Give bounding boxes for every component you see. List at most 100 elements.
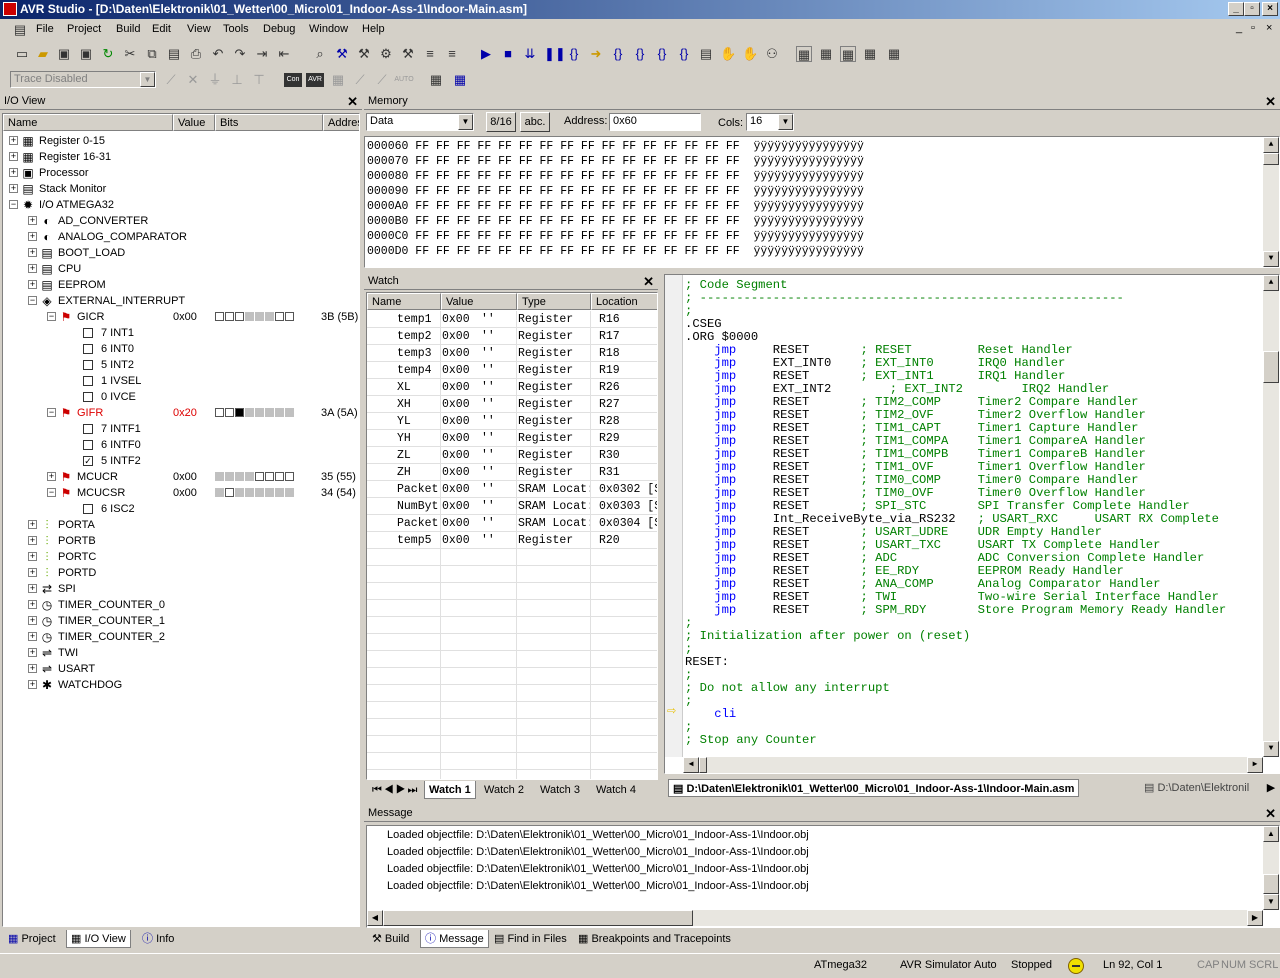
tree-row[interactable]: + ▦ Register 16-31 bbox=[3, 149, 359, 165]
cut-icon[interactable]: ✂ bbox=[122, 46, 138, 62]
expander-icon[interactable]: − bbox=[47, 488, 56, 497]
editor-hscroll-thumb[interactable] bbox=[699, 757, 707, 773]
expander-icon[interactable]: + bbox=[28, 520, 37, 529]
tree-row[interactable]: + ⫶ PORTA bbox=[3, 517, 359, 533]
menu-view[interactable]: View bbox=[187, 23, 211, 35]
watch-row[interactable]: ZL 0x00 '' Register R30 bbox=[367, 447, 657, 464]
save-all-icon[interactable]: ▣ bbox=[78, 46, 94, 62]
expander-icon[interactable]: + bbox=[28, 648, 37, 657]
paste-icon[interactable]: ▤ bbox=[166, 46, 182, 62]
message-close-icon[interactable]: ✕ bbox=[1265, 805, 1276, 822]
memory-window-icon[interactable]: ▦ bbox=[818, 46, 834, 62]
message-line[interactable]: Loaded objectfile: D:\Daten\Elektronik\0… bbox=[387, 829, 809, 841]
watch-row[interactable]: ZH 0x00 '' Register R31 bbox=[367, 464, 657, 481]
avr-button[interactable]: AVR bbox=[306, 73, 324, 87]
bit-checkbox[interactable] bbox=[83, 360, 93, 370]
scroll-down-icon[interactable]: ▼ bbox=[1263, 741, 1279, 757]
undo-icon[interactable]: ↶ bbox=[210, 46, 226, 62]
con-button[interactable]: Con bbox=[284, 73, 302, 87]
menu-debug[interactable]: Debug bbox=[263, 23, 295, 35]
new-file-icon[interactable]: ▭ bbox=[14, 46, 30, 62]
memory-line[interactable]: 000090 FF FF FF FF FF FF FF FF FF FF FF … bbox=[367, 184, 864, 199]
expander-icon[interactable]: + bbox=[28, 552, 37, 561]
watch-close-icon[interactable]: ✕ bbox=[643, 273, 654, 290]
message-vscrollbar[interactable]: ▲ ▼ bbox=[1263, 826, 1279, 910]
memory-scrollbar[interactable]: ▲ ▼ bbox=[1263, 137, 1279, 267]
bit-checkbox[interactable] bbox=[83, 328, 93, 338]
run-icon[interactable]: ▶ bbox=[478, 46, 494, 62]
tree-row[interactable]: 6 INT0 bbox=[3, 341, 359, 357]
tree-row[interactable]: + ⫶ PORTC bbox=[3, 549, 359, 565]
tab-info[interactable]: ⓘ Info bbox=[138, 930, 178, 948]
editor-vscroll-thumb[interactable] bbox=[1263, 351, 1279, 383]
maximize-button[interactable]: ▫ bbox=[1244, 2, 1260, 16]
menu-window[interactable]: Window bbox=[309, 23, 348, 35]
tab-breakpoints[interactable]: ▦ Breakpoints and Tracepoints bbox=[574, 930, 735, 948]
expander-icon[interactable]: + bbox=[28, 584, 37, 593]
tab-indoor-main[interactable]: ▤ D:\Daten\Elektronik\01_Wetter\00_Micro… bbox=[668, 779, 1080, 797]
message-hscroll-thumb[interactable] bbox=[383, 910, 693, 926]
io-view-toggle-icon[interactable]: ▦ bbox=[796, 46, 812, 62]
mdi-restore-button[interactable]: ▫ bbox=[1251, 22, 1255, 34]
breakpoint-hand-icon[interactable]: ✋ bbox=[720, 46, 736, 62]
watch-row[interactable]: temp2 0x00 '' Register R17 bbox=[367, 328, 657, 345]
trace-icon-3[interactable]: ⏚ bbox=[207, 72, 223, 88]
build-icon[interactable]: ⚒ bbox=[334, 46, 350, 62]
expander-icon[interactable]: + bbox=[47, 472, 56, 481]
tree-row[interactable]: + ⫶ PORTD bbox=[3, 565, 359, 581]
tree-row[interactable]: + ⇄ SPI bbox=[3, 581, 359, 597]
reload-icon[interactable]: ↻ bbox=[100, 46, 116, 62]
tree-row[interactable]: + ⇌ TWI bbox=[3, 645, 359, 661]
copy-icon[interactable]: ⧉ bbox=[144, 46, 160, 62]
expander-icon[interactable]: + bbox=[9, 168, 18, 177]
memory-type-select[interactable]: Data ▼ bbox=[366, 113, 474, 131]
bit-checkbox[interactable]: ✓ bbox=[83, 456, 93, 466]
scroll-right-icon[interactable]: ▶ bbox=[1247, 910, 1263, 926]
code-line[interactable]: ; Stop any Counter bbox=[685, 734, 817, 747]
scroll-left-icon[interactable]: ◀ bbox=[367, 910, 383, 926]
trace-select[interactable]: Trace Disabled ▼ bbox=[10, 71, 156, 88]
expander-icon[interactable]: + bbox=[28, 248, 37, 257]
tree-row[interactable]: 6 ISC2 bbox=[3, 501, 359, 517]
expander-icon[interactable]: + bbox=[28, 664, 37, 673]
watch-row[interactable]: Packet 0x00 '' SRAM Locat: 0x0302 [S bbox=[367, 481, 657, 498]
tab-watch-1[interactable]: Watch 1 bbox=[424, 781, 476, 799]
cols-select[interactable]: 16 ▼ bbox=[746, 113, 794, 131]
register-bits[interactable] bbox=[215, 408, 295, 418]
pause-icon[interactable]: ❚❚ bbox=[544, 46, 566, 62]
tree-row[interactable]: 0 IVCE bbox=[3, 389, 359, 405]
source-editor[interactable]: ; Code Segment; ------------------------… bbox=[664, 274, 1280, 774]
mdi-minimize-button[interactable]: _ bbox=[1236, 22, 1242, 34]
expander-icon[interactable]: − bbox=[47, 408, 56, 417]
tab-watch-3[interactable]: Watch 3 bbox=[536, 781, 584, 799]
expander-icon[interactable]: + bbox=[28, 568, 37, 577]
indent-icon[interactable]: ⇥ bbox=[254, 46, 270, 62]
editor-hscrollbar[interactable]: ◀ ▶ bbox=[683, 757, 1263, 773]
editor-gutter[interactable] bbox=[665, 275, 683, 757]
memory-line[interactable]: 0000B0 FF FF FF FF FF FF FF FF FF FF FF … bbox=[367, 214, 864, 229]
watch-row[interactable]: XL 0x00 '' Register R26 bbox=[367, 379, 657, 396]
trace-settings-icon[interactable]: ▦ bbox=[452, 72, 468, 88]
menu-file[interactable]: File bbox=[36, 23, 54, 35]
outdent-icon[interactable]: ⇤ bbox=[276, 46, 292, 62]
tree-row[interactable]: + ⇌ USART bbox=[3, 661, 359, 677]
io-col-bits[interactable]: Bits bbox=[215, 114, 323, 131]
tab-find-in-files[interactable]: ▤ Find in Files bbox=[490, 930, 571, 948]
tree-row[interactable]: + ◷ TIMER_COUNTER_0 bbox=[3, 597, 359, 613]
disassembler-icon[interactable]: ▦ bbox=[862, 46, 878, 62]
trace-icon-6[interactable]: ⟋ bbox=[352, 72, 368, 88]
watch-col-name[interactable]: Name bbox=[367, 293, 441, 310]
io-col-address[interactable]: Addres bbox=[323, 114, 359, 131]
print-icon[interactable]: ⎙ bbox=[188, 46, 204, 62]
tree-row[interactable]: + ◐ ANALOG_COMPARATOR bbox=[3, 229, 359, 245]
expander-icon[interactable]: + bbox=[28, 680, 37, 689]
minimize-button[interactable]: _ bbox=[1228, 2, 1244, 16]
code-line[interactable]: ; Do not allow any interrupt bbox=[685, 682, 890, 695]
quickwatch-icon[interactable]: ▤ bbox=[698, 46, 714, 62]
code-line[interactable]: cli bbox=[685, 708, 736, 721]
watch-row[interactable]: Packet 0x00 '' SRAM Locat: 0x0304 [S bbox=[367, 515, 657, 532]
expander-icon[interactable]: + bbox=[28, 216, 37, 225]
tree-row[interactable]: − ⚑ GIFR 0x20 3A (5A) bbox=[3, 405, 359, 421]
format-icon[interactable]: ≡ bbox=[444, 46, 460, 62]
code-line[interactable]: ; Initialization after power on (reset) bbox=[685, 630, 970, 643]
